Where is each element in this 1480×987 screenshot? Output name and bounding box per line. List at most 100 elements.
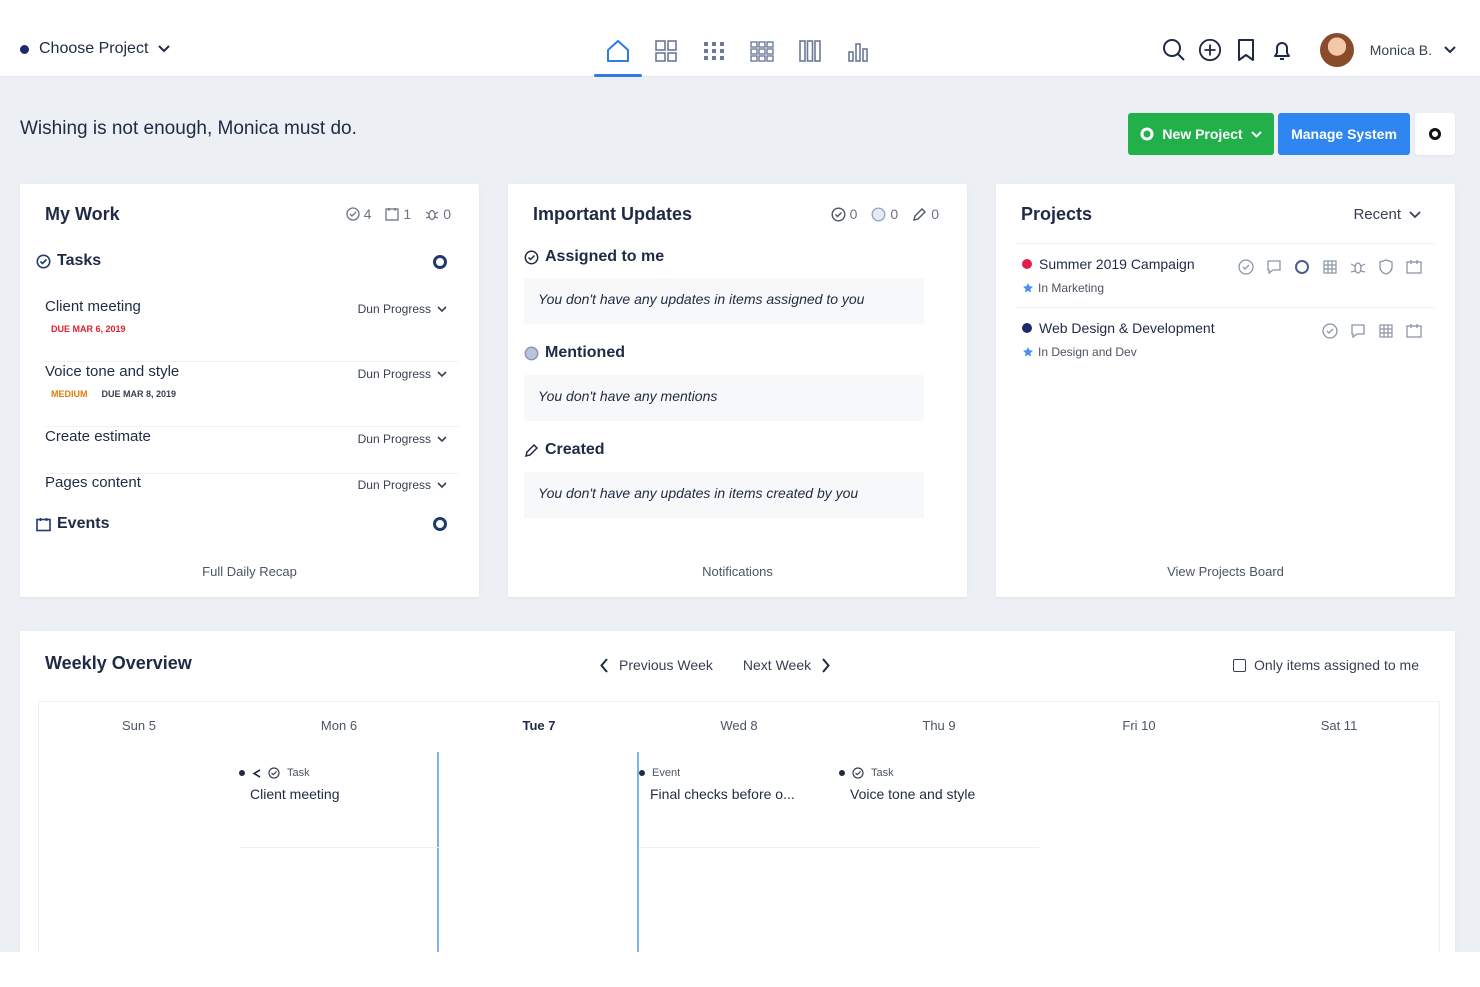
event-title[interactable]: Final checks before o... bbox=[650, 786, 795, 802]
calendar-event[interactable]: Event Final checks before o... bbox=[639, 752, 839, 848]
task-status-dropdown[interactable]: Dun Progress bbox=[358, 432, 447, 446]
nav-board[interactable] bbox=[786, 28, 834, 77]
avatar[interactable] bbox=[1319, 33, 1354, 67]
project-category-label: In Design and Dev bbox=[1038, 345, 1137, 359]
nav-overview[interactable] bbox=[642, 28, 690, 77]
user-name[interactable]: Monica B. bbox=[1370, 42, 1432, 58]
bug-icon[interactable] bbox=[1349, 258, 1367, 276]
grid-icon bbox=[655, 40, 677, 62]
chat-icon[interactable] bbox=[1265, 258, 1283, 276]
event-type-label: Task bbox=[871, 767, 894, 779]
table-icon[interactable] bbox=[1321, 258, 1339, 276]
only-assigned-checkbox[interactable] bbox=[1233, 658, 1247, 672]
quick-add-button[interactable] bbox=[1198, 38, 1222, 62]
add-event-icon[interactable] bbox=[433, 517, 447, 531]
manage-system-label: Manage System bbox=[1291, 126, 1397, 142]
important-updates-card: Important Updates 0 0 0 Assigned to me Y… bbox=[508, 184, 967, 597]
choose-project-label: Choose Project bbox=[39, 40, 149, 57]
add-task-icon[interactable] bbox=[433, 255, 447, 269]
bug-icon bbox=[425, 209, 439, 221]
bugs-count-value: 0 bbox=[443, 206, 451, 222]
project-name[interactable]: Summer 2019 Campaign bbox=[1022, 256, 1195, 272]
chevron-down-icon[interactable] bbox=[1444, 46, 1456, 54]
day-header-sun: Sun 5 bbox=[122, 718, 156, 733]
task-row[interactable]: Client meeting Dun Progress DUE MAR 6, 2… bbox=[45, 298, 459, 362]
calendar-icon bbox=[36, 517, 51, 531]
new-project-button[interactable]: New Project bbox=[1128, 113, 1274, 155]
task-row[interactable]: Voice tone and style Dun Progress MEDIUM… bbox=[45, 363, 459, 427]
task-name[interactable]: Client meeting bbox=[45, 298, 141, 315]
nav-calendar[interactable] bbox=[738, 28, 786, 77]
search-icon bbox=[1162, 39, 1185, 61]
only-assigned-label: Only items assigned to me bbox=[1254, 657, 1419, 673]
nav-reports[interactable] bbox=[834, 28, 882, 77]
event-bullet bbox=[839, 770, 845, 776]
calendar-event[interactable]: Task Client meeting bbox=[239, 752, 439, 848]
weekly-overview-card: Weekly Overview Previous Week Next Week … bbox=[20, 631, 1455, 952]
day-header-thu: Thu 9 bbox=[922, 718, 956, 733]
project-name-label: Web Design & Development bbox=[1039, 320, 1215, 336]
mentioned-empty-message: You don't have any mentions bbox=[524, 375, 924, 421]
view-projects-board-link[interactable]: View Projects Board bbox=[996, 564, 1455, 579]
choose-project-dropdown[interactable]: Choose Project bbox=[20, 40, 171, 58]
task-status-dropdown[interactable]: Dun Progress bbox=[358, 367, 447, 381]
calendar-event[interactable]: Task Voice tone and style bbox=[839, 752, 1039, 848]
projects-title: Projects bbox=[1021, 204, 1093, 224]
task-status-dropdown[interactable]: Dun Progress bbox=[358, 478, 447, 492]
task-status-label: Dun Progress bbox=[357, 478, 431, 492]
next-week-label: Next Week bbox=[742, 657, 812, 673]
projects-card: Projects Recent Summer 2019 Campaign In … bbox=[996, 184, 1455, 597]
mention-icon bbox=[871, 206, 886, 222]
search-button[interactable] bbox=[1162, 38, 1186, 62]
shield-icon[interactable] bbox=[1377, 258, 1395, 276]
project-row[interactable]: Summer 2019 Campaign In Marketing bbox=[1016, 243, 1435, 307]
assigned-section-header: Assigned to me bbox=[524, 248, 664, 266]
calendar-icon[interactable] bbox=[1405, 322, 1423, 340]
previous-week-button[interactable]: Previous Week bbox=[600, 657, 713, 673]
task-name[interactable]: Pages content bbox=[45, 474, 141, 491]
chat-icon[interactable] bbox=[1349, 322, 1367, 340]
task-status-dropdown[interactable]: Dun Progress bbox=[358, 302, 447, 316]
assigned-label: Assigned to me bbox=[545, 248, 665, 265]
projects-sort-dropdown[interactable]: Recent bbox=[1353, 206, 1421, 223]
table-icon[interactable] bbox=[1377, 322, 1395, 340]
full-daily-recap-link[interactable]: Full Daily Recap bbox=[20, 564, 479, 579]
settings-button[interactable] bbox=[1415, 113, 1455, 155]
project-name[interactable]: Web Design & Development bbox=[1022, 320, 1215, 336]
check-circle-icon[interactable] bbox=[1237, 258, 1255, 276]
nav-home[interactable] bbox=[594, 28, 642, 77]
project-row[interactable]: Web Design & Development In Design and D… bbox=[1016, 307, 1435, 371]
star-icon bbox=[1023, 347, 1033, 357]
next-week-button[interactable]: Next Week bbox=[743, 657, 830, 673]
chevron-down-icon bbox=[437, 436, 447, 442]
task-name[interactable]: Voice tone and style bbox=[45, 363, 179, 380]
task-name[interactable]: Create estimate bbox=[45, 428, 151, 445]
event-bullet bbox=[239, 770, 245, 776]
bookmark-icon bbox=[1237, 39, 1254, 61]
my-work-counts: 4 1 0 bbox=[345, 206, 451, 222]
notifications-button[interactable] bbox=[1270, 38, 1294, 62]
status-circle-icon[interactable] bbox=[1293, 258, 1311, 276]
new-project-label: New Project bbox=[1162, 126, 1243, 142]
events-section-header[interactable]: Events bbox=[36, 515, 109, 533]
check-circle-icon[interactable] bbox=[1321, 322, 1339, 340]
tasks-section-header[interactable]: Tasks bbox=[36, 252, 101, 270]
tasks-count: 4 bbox=[345, 206, 371, 222]
only-assigned-toggle[interactable]: Only items assigned to me bbox=[1233, 657, 1419, 673]
chart-icon bbox=[848, 43, 868, 62]
bookmarks-button[interactable] bbox=[1234, 38, 1258, 62]
event-title[interactable]: Client meeting bbox=[250, 786, 340, 802]
tasks-label: Tasks bbox=[57, 252, 102, 269]
check-circle-icon bbox=[852, 767, 864, 779]
task-row[interactable]: Pages content Dun Progress bbox=[45, 474, 459, 514]
day-header-mon: Mon 6 bbox=[320, 718, 358, 733]
manage-system-button[interactable]: Manage System bbox=[1278, 113, 1410, 155]
task-row[interactable]: Create estimate Dun Progress bbox=[45, 428, 459, 474]
event-bullet bbox=[639, 770, 645, 776]
calendar-icon[interactable] bbox=[1405, 258, 1423, 276]
task-status-label: Dun Progress bbox=[357, 432, 431, 446]
project-category: In Marketing bbox=[1022, 281, 1104, 295]
notifications-link[interactable]: Notifications bbox=[508, 564, 967, 579]
event-title[interactable]: Voice tone and style bbox=[850, 786, 975, 802]
nav-list[interactable] bbox=[690, 28, 738, 77]
